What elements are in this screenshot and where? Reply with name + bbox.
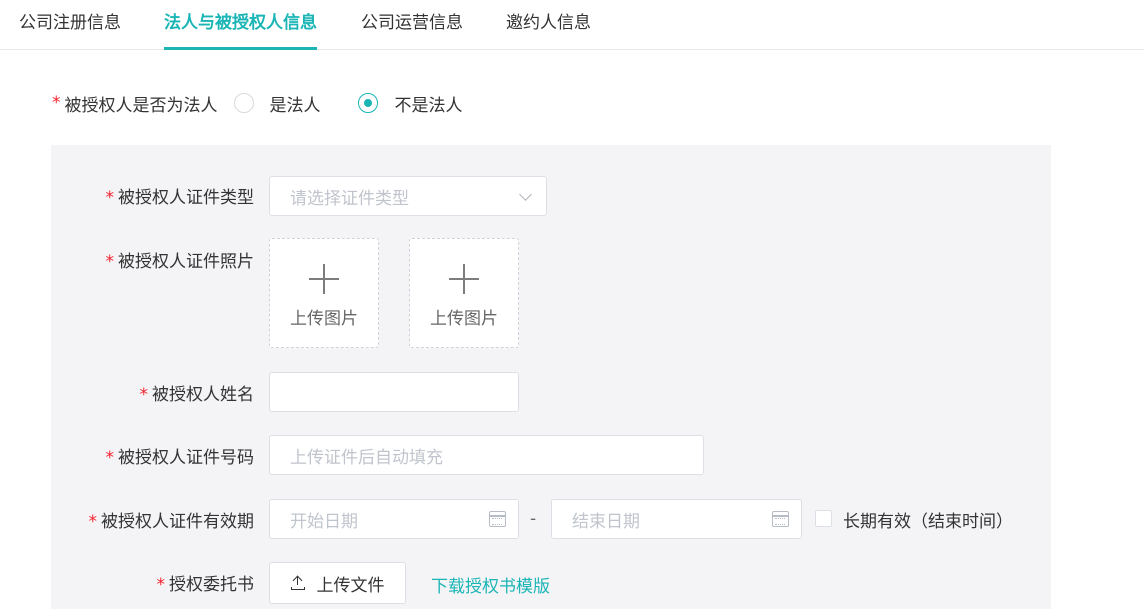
- cert-number-label-wrap: * 被授权人证件号码: [51, 443, 255, 468]
- cert-type-label-wrap: * 被授权人证件类型: [51, 183, 255, 208]
- radio-is-legal[interactable]: [233, 93, 254, 113]
- cert-number-label: * 被授权人证件号码: [105, 448, 255, 468]
- radio-not-legal[interactable]: [357, 93, 378, 113]
- authorization-letter-label-wrap: * 授权委托书: [51, 570, 255, 595]
- authorized-is-legal-label: 被授权人是否为法人: [64, 95, 218, 116]
- tab-legal-and-authorized[interactable]: 法人与被授权人信息: [164, 8, 317, 50]
- cert-type-select[interactable]: 请选择证件类型: [269, 176, 547, 216]
- validity-label: * 被授权人证件有效期: [88, 512, 255, 532]
- upload-image-label: 上传图片: [290, 308, 358, 329]
- cert-photo-label-wrap: * 被授权人证件照片: [51, 247, 255, 272]
- download-template-link[interactable]: 下载授权书模版: [431, 572, 550, 597]
- validity-start-date[interactable]: 开始日期: [269, 499, 519, 539]
- cert-photo-upload-back[interactable]: 上传图片: [409, 238, 519, 348]
- required-mark: *: [52, 93, 61, 113]
- cert-photo-label: * 被授权人证件照片: [105, 252, 255, 272]
- plus-icon: [449, 263, 479, 294]
- cert-photo-upload-front[interactable]: 上传图片: [269, 238, 379, 348]
- name-label-wrap: * 被授权人姓名: [51, 380, 255, 405]
- tab-company-registration[interactable]: 公司注册信息: [19, 8, 121, 50]
- radio-not-legal-label[interactable]: 不是法人: [395, 91, 463, 116]
- plus-icon: [309, 263, 339, 294]
- chevron-down-icon: [519, 188, 532, 201]
- validity-end-date[interactable]: 结束日期: [551, 499, 802, 539]
- upload-file-button[interactable]: 上传文件: [269, 562, 406, 604]
- radio-is-legal-label[interactable]: 是法人: [270, 91, 321, 116]
- tab-company-operation[interactable]: 公司运营信息: [361, 8, 463, 50]
- name-input[interactable]: [269, 372, 519, 412]
- date-range-separator: -: [530, 509, 537, 529]
- authorized-is-legal-row: * 被授权人是否为法人 是法人 不是法人: [52, 90, 463, 116]
- calendar-icon: [489, 511, 506, 527]
- cert-number-placeholder: 上传证件后自动填充: [290, 447, 443, 468]
- upload-file-label: 上传文件: [316, 575, 385, 596]
- long-term-checkbox[interactable]: [815, 510, 832, 527]
- tab-inviter[interactable]: 邀约人信息: [506, 8, 591, 50]
- calendar-icon: [772, 511, 789, 527]
- authorization-letter-label: * 授权委托书: [156, 575, 255, 595]
- cert-number-input[interactable]: 上传证件后自动填充: [269, 435, 704, 475]
- tab-bar: 公司注册信息 法人与被授权人信息 公司运营信息 邀约人信息: [0, 0, 1144, 50]
- upload-icon: [290, 575, 305, 590]
- authorized-info-panel: * 被授权人证件类型 请选择证件类型 * 被授权人证件照片 上传图片 上传图片 * 被…: [51, 145, 1051, 609]
- cert-type-label: * 被授权人证件类型: [105, 188, 255, 208]
- name-label: * 被授权人姓名: [139, 385, 255, 405]
- cert-type-placeholder: 请选择证件类型: [290, 188, 409, 209]
- long-term-label[interactable]: 长期有效（结束时间）: [843, 507, 1013, 532]
- upload-image-label: 上传图片: [430, 308, 498, 329]
- validity-label-wrap: * 被授权人证件有效期: [51, 507, 255, 532]
- end-date-placeholder: 结束日期: [572, 511, 640, 532]
- start-date-placeholder: 开始日期: [290, 511, 358, 532]
